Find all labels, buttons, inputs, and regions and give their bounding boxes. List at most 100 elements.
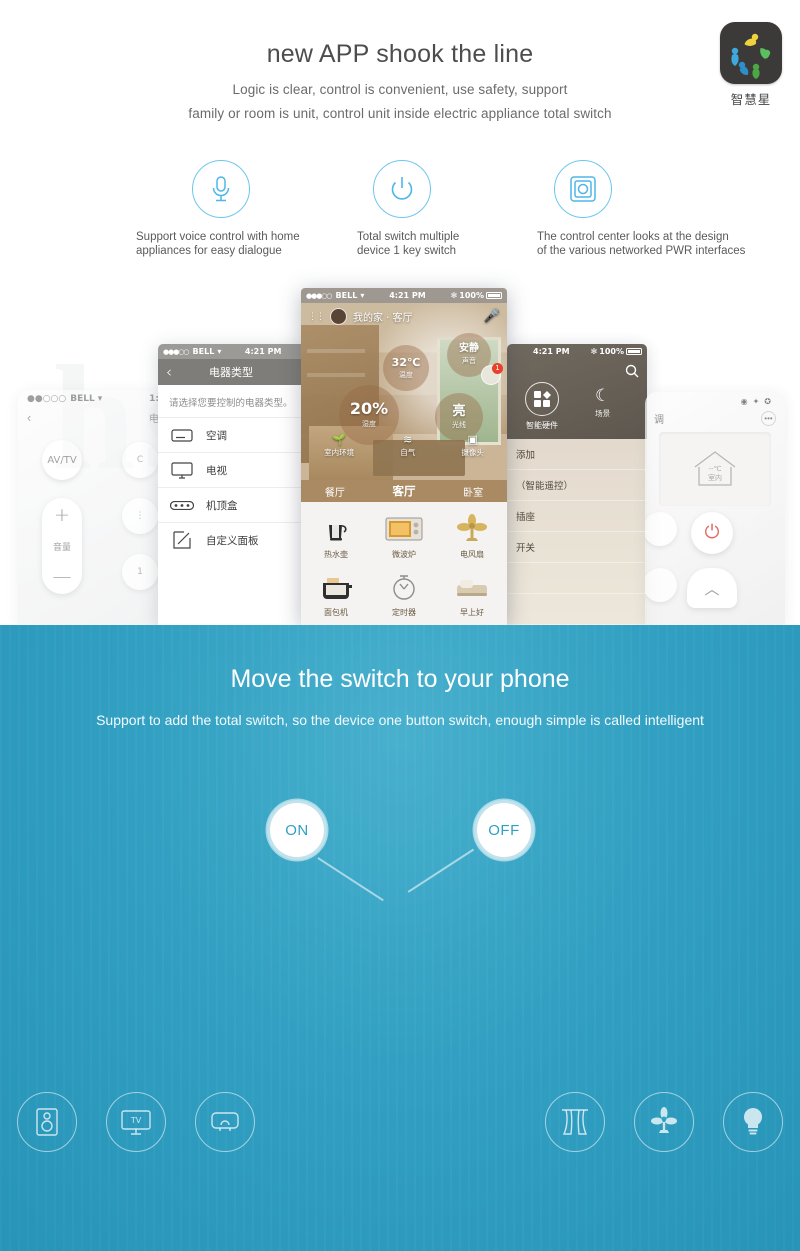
power-button-icon: [373, 160, 431, 218]
quick-action-environment[interactable]: 🌱 室内环境: [324, 433, 354, 458]
list-item[interactable]: 电视: [158, 452, 310, 487]
air-conditioner-icon: [169, 428, 195, 442]
phone-smart-hardware[interactable]: 4:21 PM ✻ 100% 智能硬件 ☾ 场景 添加 （智能遥控） 插座 开关: [507, 344, 647, 625]
tab-living-room[interactable]: 客厅: [392, 483, 415, 499]
instruction-text: 请选择您要控制的电器类型。: [169, 398, 293, 409]
bluetooth-icon: ✻: [450, 291, 458, 300]
bluetooth-icon: ✻: [590, 347, 598, 356]
ac-display-panel: --℃ 室内: [659, 432, 771, 506]
avtv-button[interactable]: AV/TV: [42, 440, 82, 480]
signal-dots-icon: ●●○○○: [27, 394, 67, 404]
status-bar: ●●○○○ BELL ▾ 1:: [18, 390, 168, 408]
list-item[interactable]: 空调: [158, 417, 310, 452]
battery-indicator: ✻ 100%: [451, 291, 502, 300]
on-button[interactable]: ON: [270, 803, 324, 857]
drag-handle-icon[interactable]: ⋮⋮: [308, 312, 325, 322]
hardware-hero: 4:21 PM ✻ 100% 智能硬件 ☾ 场景: [507, 344, 647, 439]
rotate-lock-icon: ✪: [764, 397, 771, 406]
section-title: Move the switch to your phone: [230, 665, 570, 693]
status-bar: 4:21 PM ✻ 100%: [507, 344, 647, 359]
feature-control-center: The control center looks at the design o…: [537, 160, 767, 258]
clock-label: 4:21 PM: [244, 347, 282, 356]
feature-caption: The control center looks at the design o…: [537, 231, 746, 257]
device-tile[interactable]: 面包机: [303, 566, 369, 622]
tab-dining-room[interactable]: 餐厅: [325, 484, 345, 499]
device-tile[interactable]: 微波炉: [371, 508, 437, 564]
bed-icon: [452, 570, 492, 604]
fan-icon: [634, 1092, 694, 1152]
remote-ghost-button[interactable]: [645, 512, 677, 546]
remote-ghost-button[interactable]: [645, 568, 677, 602]
room-tabs: 餐厅 客厅 卧室: [301, 480, 507, 502]
smart-hardware-button[interactable]: 智能硬件: [525, 382, 559, 431]
list-item[interactable]: （智能遥控）: [507, 470, 647, 501]
list-item[interactable]: 自定义面板: [158, 522, 310, 557]
list-item[interactable]: [507, 594, 647, 625]
timer-icon: [384, 570, 424, 604]
battery-indicator: ✻ 100%: [591, 347, 642, 356]
avatar[interactable]: [330, 308, 347, 325]
list-item[interactable]: 插座: [507, 501, 647, 532]
microphone-icon[interactable]: 🎤: [484, 309, 500, 324]
clock-label: 4:21 PM: [533, 347, 570, 356]
television-icon: [169, 461, 195, 479]
feature-caption: Support voice control with home applianc…: [136, 231, 300, 257]
home-room-label: 我的家 · 客厅: [353, 313, 413, 324]
search-icon[interactable]: [625, 364, 639, 381]
status-bar: ●●●○○ BELL ▾ 4:21 PM: [158, 344, 310, 359]
fan-icon: [452, 512, 492, 546]
scene-button[interactable]: ☾ 场景: [595, 388, 610, 419]
power-button[interactable]: ⏻: [691, 512, 733, 554]
device-tile[interactable]: 早上好: [439, 566, 505, 622]
room-photo: ⋮⋮ 我的家 · 客厅 🎤 32℃ 温度 20% 湿度 安静 声音 亮 光线 1…: [301, 303, 507, 480]
speaker-icon: [17, 1092, 77, 1152]
device-tile[interactable]: 热水壶: [303, 508, 369, 564]
feature-row: Support voice control with home applianc…: [0, 160, 800, 270]
off-button[interactable]: OFF: [477, 803, 531, 857]
signal-dots-icon: ●●●○○: [163, 347, 190, 356]
water-heater-icon: [195, 1092, 255, 1152]
notification-badge[interactable]: 1: [481, 363, 503, 385]
chevron-left-icon[interactable]: ‹: [27, 410, 31, 425]
moon-icon: ☾: [595, 386, 611, 406]
list-item[interactable]: 开关: [507, 532, 647, 563]
plant-icon: 🌱: [332, 433, 346, 446]
remote-ghost-button[interactable]: ⋮: [122, 498, 158, 534]
clock-label: 4:21 PM: [389, 291, 426, 300]
device-tile[interactable]: 定时器: [371, 566, 437, 622]
phone-appliance-type[interactable]: ●●●○○ BELL ▾ 4:21 PM ‹ 电器类型 请选择您要控制的电器类型…: [158, 344, 310, 625]
svg-text:TV: TV: [130, 1116, 142, 1125]
badge-count: 1: [492, 363, 503, 374]
hero-section: hsccc 智慧星 new APP shook the line Logic i…: [0, 0, 800, 625]
nav-bar: ‹ 电器类型: [158, 359, 310, 385]
quick-action-air[interactable]: ≋ 自气: [400, 433, 415, 458]
room-shelf: [307, 373, 365, 377]
hero-subtitle-1: Logic is clear, control is convenient, u…: [232, 82, 568, 97]
quick-actions: 🌱 室内环境 ≋ 自气 ▣ 摄像头: [301, 433, 507, 458]
volume-rocker[interactable]: + 音量 —: [42, 498, 82, 594]
chevron-up-icon[interactable]: ︿: [687, 568, 737, 608]
volume-up-icon[interactable]: +: [54, 505, 70, 525]
tab-bedroom[interactable]: 卧室: [463, 484, 483, 499]
curtain-icon: [545, 1092, 605, 1152]
list-item[interactable]: [507, 563, 647, 594]
dashboard-topbar: ⋮⋮ 我的家 · 客厅 🎤: [301, 303, 507, 330]
sensor-bubble-temperature[interactable]: 32℃ 温度: [383, 345, 429, 391]
volume-label: 音量: [52, 542, 71, 553]
remote-ghost-button[interactable]: 1: [122, 554, 158, 590]
microphone-icon: [192, 160, 250, 218]
list-item[interactable]: 机顶盒: [158, 487, 310, 522]
remote-ghost-button[interactable]: C: [122, 442, 158, 478]
device-tile[interactable]: 电风扇: [439, 508, 505, 564]
phone-remote-tv[interactable]: ●●○○○ BELL ▾ 1: ‹ 电 AV/TV + 音量 — C ⋮ 1: [18, 390, 168, 625]
status-bar: ●●●○○ BELL ▾ 4:21 PM ✻ 100%: [301, 288, 507, 303]
list-item[interactable]: 添加: [507, 439, 647, 470]
phone-remote-ac[interactable]: ◉ ✦ ✪ 调 ••• --℃ 室内 ⏻ ︿: [645, 392, 785, 625]
quick-action-camera[interactable]: ▣ 摄像头: [461, 433, 484, 458]
volume-down-icon[interactable]: —: [53, 567, 72, 587]
tv-icon: TV: [106, 1092, 166, 1152]
feature-voice-control: Support voice control with home applianc…: [136, 160, 328, 258]
phone-home-dashboard[interactable]: ●●●○○ BELL ▾ 4:21 PM ✻ 100% ⋮⋮ 我的家 · 客厅 …: [301, 288, 507, 625]
signal-dots-icon: ●●●○○: [306, 291, 333, 300]
more-dots-icon[interactable]: •••: [761, 411, 776, 426]
